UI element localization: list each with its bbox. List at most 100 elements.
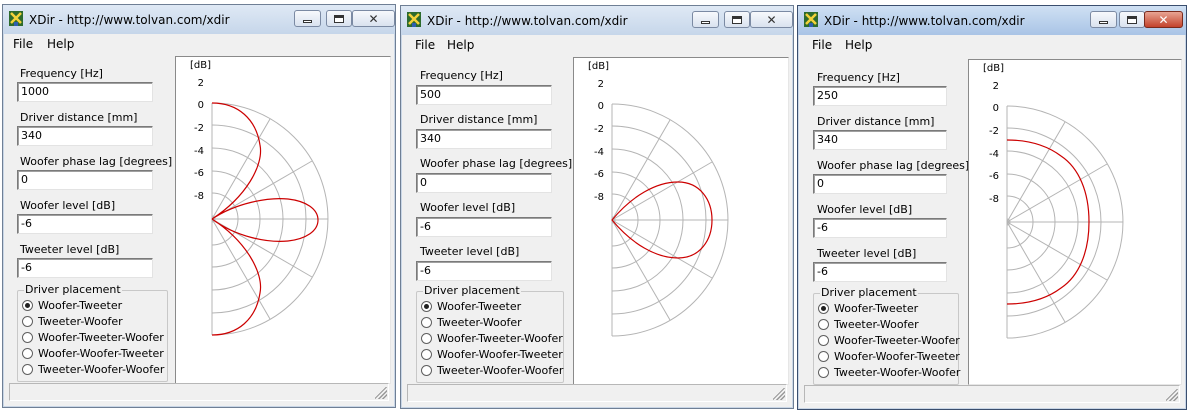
placement-tweeter-woofer-woofer[interactable]: Tweeter-Woofer-Woofer — [421, 363, 563, 377]
placement-woofer-tweeter-woofer[interactable]: Woofer-Tweeter-Woofer — [818, 333, 960, 347]
polar-grid — [211, 102, 329, 336]
radio-label: Tweeter-Woofer-Woofer — [834, 365, 961, 379]
placement-tweeter-woofer[interactable]: Tweeter-Woofer — [421, 315, 522, 329]
radio-label: Woofer-Tweeter — [437, 299, 522, 313]
resize-grip-icon[interactable] — [1166, 389, 1178, 401]
close-button[interactable]: ✕ — [352, 10, 395, 27]
xdir-window-3: XDir - http://www.tolvan.com/xdir ✕ File… — [797, 5, 1187, 410]
tick-label-minus-8: -8 — [594, 192, 604, 203]
close-button[interactable]: ✕ — [750, 11, 793, 28]
menu-file[interactable]: File — [812, 38, 832, 52]
radio[interactable] — [421, 364, 432, 376]
placement-tweeter-woofer-woofer[interactable]: Tweeter-Woofer-Woofer — [818, 365, 960, 379]
placement-woofer-tweeter[interactable]: Woofer-Tweeter — [421, 299, 521, 313]
minimize-button[interactable] — [1090, 11, 1117, 28]
tweeter-level-input[interactable]: -6 — [416, 261, 552, 281]
menu-help[interactable]: Help — [47, 37, 74, 51]
placement-woofer-tweeter[interactable]: Woofer-Tweeter — [818, 301, 918, 315]
minimize-button[interactable] — [294, 10, 321, 27]
tick-label-minus-4: -4 — [194, 146, 204, 157]
frequency-input[interactable]: 500 — [416, 85, 552, 105]
woofer-phase-label: Woofer phase lag [degrees] — [420, 157, 573, 170]
tick-label-minus-2: -2 — [989, 126, 999, 137]
tick-label-minus-8: -8 — [194, 191, 204, 202]
client-area: Frequency [Hz] 500 Driver distance [mm] … — [403, 55, 791, 406]
radio-selected[interactable] — [22, 299, 33, 311]
xdir-window-2: XDir - http://www.tolvan.com/xdir ✕ File… — [400, 5, 794, 409]
radio[interactable] — [22, 331, 33, 343]
radio[interactable] — [818, 366, 829, 378]
title-bar[interactable]: XDir - http://www.tolvan.com/xdir ✕ — [798, 6, 1186, 35]
title-bar[interactable]: XDir - http://www.tolvan.com/xdir ✕ — [401, 6, 793, 35]
driver-placement-group: Driver placement Woofer-Tweeter Tweeter-… — [17, 283, 168, 382]
placement-woofer-woofer-tweeter[interactable]: Woofer-Woofer-Tweeter — [22, 346, 164, 360]
resize-grip-icon[interactable] — [375, 387, 387, 399]
db-unit-label: [dB] — [190, 60, 211, 71]
maximize-button[interactable] — [326, 10, 352, 27]
driver-placement-label: Driver placement — [820, 286, 918, 299]
driver-distance-input[interactable]: 340 — [17, 126, 153, 146]
placement-tweeter-woofer[interactable]: Tweeter-Woofer — [818, 317, 919, 331]
placement-tweeter-woofer-woofer[interactable]: Tweeter-Woofer-Woofer — [22, 362, 164, 376]
tick-label-minus-2: -2 — [194, 123, 204, 134]
maximize-icon — [732, 15, 742, 24]
woofer-level-input[interactable]: -6 — [416, 217, 552, 237]
radio[interactable] — [818, 350, 829, 362]
radio-label: Woofer-Tweeter-Woofer — [834, 333, 960, 347]
client-area: Frequency [Hz] 1000 Driver distance [mm]… — [5, 54, 393, 405]
menu-file[interactable]: File — [415, 38, 435, 52]
frequency-input[interactable]: 250 — [813, 86, 947, 106]
maximize-button[interactable] — [724, 11, 750, 28]
close-icon: ✕ — [1158, 12, 1169, 27]
placement-woofer-tweeter-woofer[interactable]: Woofer-Tweeter-Woofer — [22, 330, 164, 344]
radio[interactable] — [421, 348, 432, 360]
radio[interactable] — [22, 315, 33, 327]
tick-label-minus-4: -4 — [594, 147, 604, 158]
xdir-app-icon — [407, 12, 421, 27]
driver-placement-label: Driver placement — [24, 283, 122, 296]
tweeter-level-label: Tweeter level [dB] — [420, 245, 520, 258]
radio[interactable] — [421, 332, 432, 344]
placement-woofer-woofer-tweeter[interactable]: Woofer-Woofer-Tweeter — [421, 347, 563, 361]
driver-distance-label: Driver distance [mm] — [20, 111, 138, 124]
menu-file[interactable]: File — [13, 37, 33, 51]
radio[interactable] — [421, 316, 432, 328]
frequency-input[interactable]: 1000 — [17, 82, 153, 102]
radio[interactable] — [818, 334, 829, 346]
menu-help[interactable]: Help — [447, 38, 474, 52]
title-bar[interactable]: XDir - http://www.tolvan.com/xdir ✕ — [3, 5, 395, 34]
radio-label: Woofer-Tweeter — [834, 301, 919, 315]
tick-label-minus-2: -2 — [594, 124, 604, 135]
radio[interactable] — [22, 363, 33, 375]
radio-selected[interactable] — [421, 300, 432, 312]
radio-label: Tweeter-Woofer — [437, 315, 522, 329]
menu-help[interactable]: Help — [845, 38, 872, 52]
close-icon: ✕ — [766, 12, 777, 27]
tweeter-level-input[interactable]: -6 — [813, 262, 947, 282]
woofer-phase-input[interactable]: 0 — [813, 174, 947, 194]
radio[interactable] — [818, 318, 829, 330]
close-button[interactable]: ✕ — [1144, 11, 1183, 28]
status-bar — [407, 384, 787, 402]
placement-woofer-woofer-tweeter[interactable]: Woofer-Woofer-Tweeter — [818, 349, 960, 363]
driver-placement-label: Driver placement — [423, 284, 521, 297]
maximize-button[interactable] — [1119, 11, 1145, 28]
woofer-level-input[interactable]: -6 — [813, 218, 947, 238]
maximize-icon — [1127, 15, 1137, 24]
woofer-phase-input[interactable]: 0 — [17, 170, 153, 190]
radio-selected[interactable] — [818, 302, 829, 314]
tweeter-level-input[interactable]: -6 — [17, 258, 153, 278]
driver-distance-input[interactable]: 340 — [813, 130, 947, 150]
placement-woofer-tweeter-woofer[interactable]: Woofer-Tweeter-Woofer — [421, 331, 563, 345]
woofer-level-input[interactable]: -6 — [17, 214, 153, 234]
resize-grip-icon[interactable] — [773, 388, 785, 400]
menu-bar: File Help — [402, 35, 792, 55]
placement-woofer-tweeter[interactable]: Woofer-Tweeter — [22, 298, 122, 312]
woofer-phase-input[interactable]: 0 — [416, 173, 552, 193]
minimize-button[interactable] — [692, 11, 719, 28]
polar-plot: [dB] 2 0 -2 -4 -6 -8 — [175, 56, 391, 384]
frequency-label: Frequency [Hz] — [20, 67, 103, 80]
radio[interactable] — [22, 347, 33, 359]
placement-tweeter-woofer[interactable]: Tweeter-Woofer — [22, 314, 123, 328]
driver-distance-input[interactable]: 340 — [416, 129, 552, 149]
